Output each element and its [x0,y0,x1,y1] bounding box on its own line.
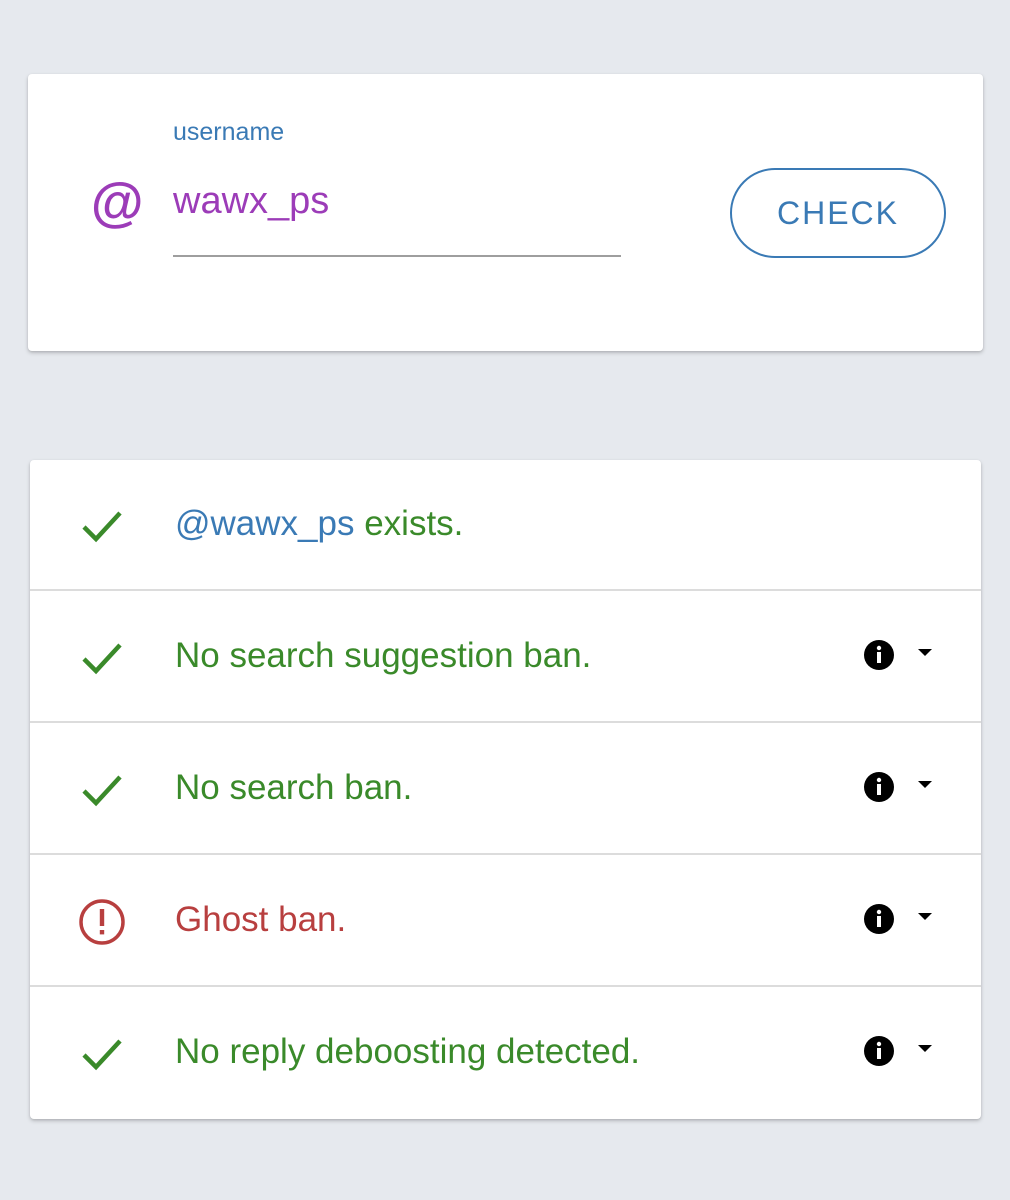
at-sign-icon: @ [90,173,143,233]
info-icon[interactable] [862,638,896,672]
result-row-exists: @wawx_ps exists. [30,460,981,591]
results-card: @wawx_ps exists. No search suggestion ba… [30,460,981,1119]
check-icon [82,511,122,543]
info-icon[interactable] [862,770,896,804]
username-label: username [173,118,285,146]
result-text: No reply deboosting detected. [175,1032,641,1071]
info-icon[interactable] [862,902,896,936]
check-button[interactable]: CHECK [730,168,946,258]
result-text: @wawx_ps exists. [175,504,463,544]
result-text: No search ban. [175,768,413,807]
info-icon[interactable] [862,1034,896,1068]
alert-circle-icon [79,899,125,945]
caret-down-icon[interactable] [916,1042,934,1054]
result-row-search-suggestion[interactable]: No search suggestion ban. [30,592,981,723]
result-label: exists. [354,504,464,543]
result-text: No search suggestion ban. [175,636,592,675]
username-underline [173,255,621,257]
result-row-search-ban[interactable]: No search ban. [30,724,981,855]
caret-down-icon[interactable] [916,646,934,658]
result-text: Ghost ban. [175,900,347,939]
check-icon [82,775,122,807]
username-input[interactable] [173,180,613,223]
caret-down-icon[interactable] [916,778,934,790]
check-icon [82,643,122,675]
check-icon [82,1039,122,1071]
caret-down-icon[interactable] [916,910,934,922]
result-row-ghost-ban[interactable]: Ghost ban. [30,856,981,987]
result-row-reply-deboosting[interactable]: No reply deboosting detected. [30,988,981,1119]
result-handle: @wawx_ps [175,504,355,543]
